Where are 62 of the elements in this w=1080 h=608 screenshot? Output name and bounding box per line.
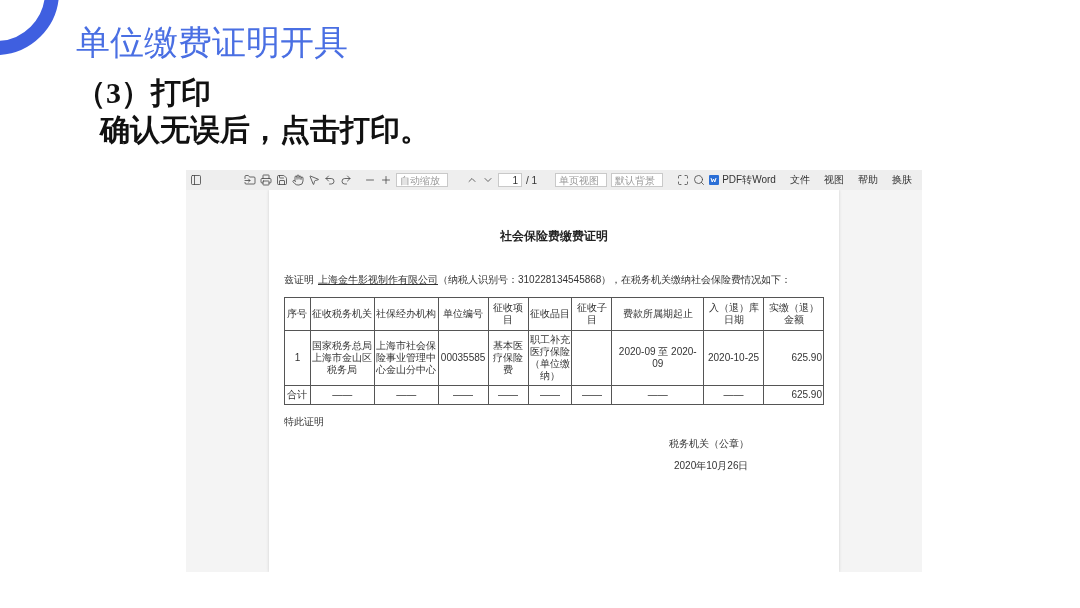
folder-icon[interactable] [244, 174, 256, 186]
signature-text: 税务机关（公章） [669, 437, 749, 451]
zoom-field[interactable]: 自动缩放 [396, 173, 448, 187]
closing-text: 特此证明 [284, 415, 324, 429]
view-mode-field[interactable]: 单页视图 [555, 173, 608, 187]
table-cell: —— [488, 385, 529, 405]
date-text: 2020年10月26日 [674, 459, 749, 473]
zoom-in-icon[interactable] [380, 174, 392, 186]
column-header: 征收项目 [488, 297, 529, 331]
save-icon[interactable] [276, 174, 288, 186]
menu-item[interactable]: 换肤 [891, 173, 912, 187]
hand-icon[interactable] [292, 174, 304, 186]
fullscreen-icon[interactable] [677, 174, 690, 186]
menu-item[interactable]: 帮助 [857, 173, 878, 187]
table-cell [571, 330, 612, 386]
table-cell: 2020-09 至 2020-09 [611, 330, 704, 386]
page-field[interactable]: 1 [498, 173, 522, 187]
slide-title: 单位缴费证明开具 [76, 22, 348, 62]
table-cell: —— [703, 385, 764, 405]
company-name: 上海金牛影视制作有限公司 [318, 273, 438, 287]
column-header: 社保经办机构 [374, 297, 439, 331]
table-cell: 上海市社会保险事业管理中心金山分中心 [374, 330, 439, 386]
table-cell: 合计 [284, 385, 311, 405]
table-cell: 625.90 [763, 385, 824, 405]
table-cell: —— [438, 385, 489, 405]
column-header: 费款所属期起止 [611, 297, 704, 331]
table-cell: —— [310, 385, 375, 405]
pointer-icon[interactable] [308, 174, 320, 186]
column-header: 征收子目 [571, 297, 612, 331]
background-field[interactable]: 默认背景 [611, 173, 664, 187]
print-icon[interactable] [260, 174, 272, 186]
table-cell: —— [374, 385, 439, 405]
column-header: 实缴（退）金额 [763, 297, 824, 331]
table-cell: —— [611, 385, 704, 405]
menu-item[interactable]: 文件 [789, 173, 810, 187]
sidebar-toggle-icon[interactable] [190, 174, 202, 186]
step-heading: （3）打印 [76, 76, 211, 110]
menu-item[interactable]: 视图 [823, 173, 844, 187]
column-header: 入（退）库日期 [703, 297, 764, 331]
document-title: 社会保险费缴费证明 [500, 228, 608, 245]
intro-text: （纳税人识别号：310228134545868），在税务机关缴纳社会保险费情况如下： [438, 273, 792, 287]
pdf-to-word-button[interactable]: PDF转Word [709, 173, 776, 187]
table-cell: 625.90 [763, 330, 824, 386]
column-header: 单位编号 [438, 297, 489, 331]
column-header: 序号 [284, 297, 311, 331]
table-cell: 基本医疗保险费 [488, 330, 529, 386]
table-cell: 国家税务总局上海市金山区税务局 [310, 330, 375, 386]
table-cell: 00035585 [438, 330, 489, 386]
column-header: 征收品目 [528, 297, 572, 331]
table-cell: —— [528, 385, 572, 405]
table-cell: 1 [284, 330, 311, 386]
search-icon[interactable] [693, 174, 706, 186]
undo-icon[interactable] [324, 174, 336, 186]
page-total: / 1 [526, 174, 538, 186]
intro-text: 兹证明 [284, 273, 314, 287]
instruction-text: 确认无误后，点击打印。 [100, 112, 430, 148]
table-cell: 职工补充医疗保险（单位缴纳） [528, 330, 572, 386]
redo-icon[interactable] [340, 174, 352, 186]
table-cell: —— [571, 385, 612, 405]
word-logo-icon [709, 175, 720, 185]
column-header: 征收税务机关 [310, 297, 375, 331]
table-cell: 2020-10-25 [703, 330, 764, 386]
